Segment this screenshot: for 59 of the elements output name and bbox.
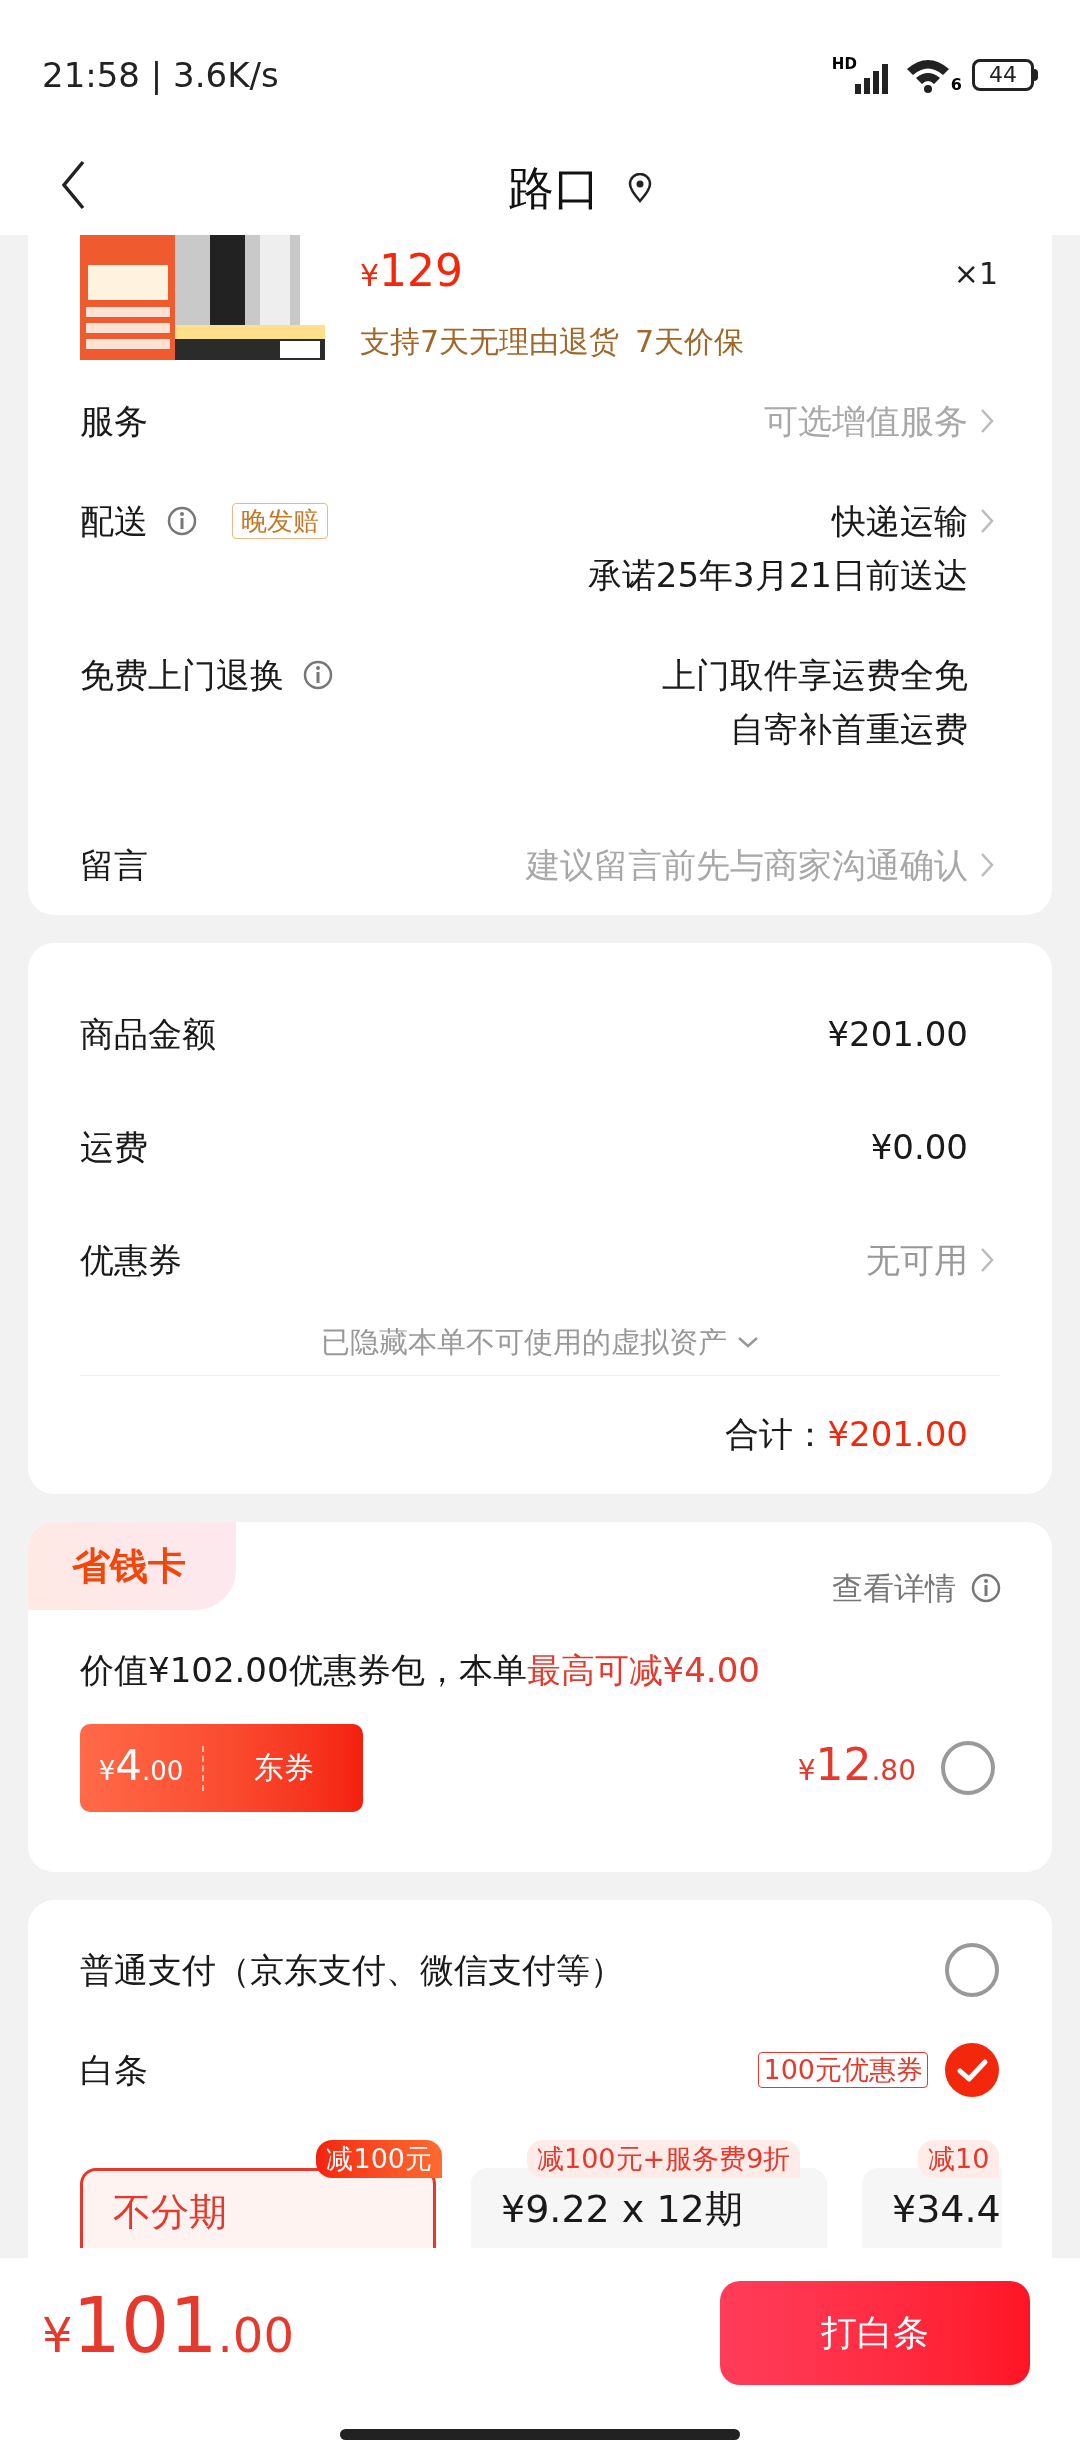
plan-title: 不分期 — [113, 2190, 227, 2234]
quantity: ×1 — [953, 254, 998, 293]
wifi-label: 6 — [950, 77, 962, 93]
battery-icon: 44 — [972, 59, 1034, 91]
row-label: 留言 — [80, 845, 148, 885]
chevron-right-icon — [980, 508, 994, 534]
row-label: 免费上门退换 — [80, 655, 284, 695]
hidden-assets-toggle[interactable]: 已隐藏本单不可使用的虚拟资产 — [321, 1321, 727, 1362]
row-value: 承诺25年3月21日前送达 — [587, 555, 968, 595]
payment-method-label: 普通支付（京东支付、微信支付等） — [80, 1950, 624, 1990]
guarantee-label: 7天价保 — [635, 323, 745, 361]
plan-title: ¥9.22 x 12期 — [501, 2187, 743, 2231]
row-value: ¥201.00 — [827, 1013, 968, 1054]
row-label: 服务 — [80, 401, 148, 441]
chevron-right-icon — [980, 852, 994, 878]
late-compensation-tag: 晚发赔 — [232, 503, 328, 539]
savings-card-price: ¥12.80 — [797, 1745, 916, 1791]
plan-tag: 减100元+服务费9折 — [527, 2140, 801, 2178]
pay-button[interactable]: 打白条 — [720, 2281, 1030, 2385]
savings-card-tag: 省钱卡 — [28, 1522, 236, 1610]
total-label: 合计： — [725, 1414, 828, 1454]
info-icon[interactable] — [302, 659, 334, 691]
chevron-right-icon — [980, 408, 994, 434]
plan-tag: 减100元 — [316, 2140, 442, 2178]
row-value: 自寄补首重运费 — [730, 709, 968, 749]
row-value: 无可用 — [866, 1239, 968, 1280]
row-label: 运费 — [80, 1126, 148, 1167]
chevron-down-icon[interactable] — [737, 1335, 759, 1348]
back-icon[interactable] — [60, 160, 86, 210]
total-amount: ¥201.00 — [827, 1414, 968, 1454]
page-title: 路口 — [508, 159, 600, 216]
radio-icon[interactable] — [940, 1740, 996, 1796]
row-label: 优惠券 — [80, 1239, 182, 1280]
status-time: 21:58 | 3.6K/s — [42, 55, 279, 95]
row-value: 建议留言前先与商家沟通确认 — [526, 845, 968, 885]
checked-radio-icon[interactable] — [944, 2042, 1000, 2098]
info-icon[interactable] — [166, 505, 198, 537]
row-value: 可选增值服务 — [764, 401, 968, 441]
coupon-label: 东券 — [252, 1749, 315, 1787]
row-value: ¥0.00 — [870, 1126, 968, 1167]
chevron-right-icon — [980, 1246, 994, 1273]
network-label: HD — [831, 56, 857, 72]
guarantee-label: 支持7天无理由退货 — [360, 323, 620, 361]
row-value: 上门取件享运费全免 — [662, 655, 968, 695]
row-value: 快递运输 — [832, 501, 968, 541]
product-price: ¥129 — [360, 247, 464, 298]
radio-icon[interactable] — [944, 1942, 1000, 1998]
payment-method-label: 白条 — [80, 2050, 148, 2090]
details-link[interactable]: 查看详情 — [832, 1568, 956, 1608]
plan-tag: 减10 — [918, 2140, 1000, 2178]
plan-title: ¥34.4 — [892, 2187, 1001, 2231]
info-icon[interactable] — [970, 1572, 1002, 1604]
savings-description: 价值¥102.00优惠券包，本单最高可减¥4.00 — [80, 1650, 760, 1690]
coupon-badge: 100元优惠券 — [758, 2052, 928, 2088]
payable-amount: ¥101.00 — [42, 2286, 294, 2372]
row-label: 商品金额 — [80, 1013, 216, 1054]
row-label: 配送 — [80, 501, 148, 541]
coupon-value: ¥4.00 — [80, 1745, 204, 1791]
location-pin-icon[interactable] — [628, 172, 652, 203]
